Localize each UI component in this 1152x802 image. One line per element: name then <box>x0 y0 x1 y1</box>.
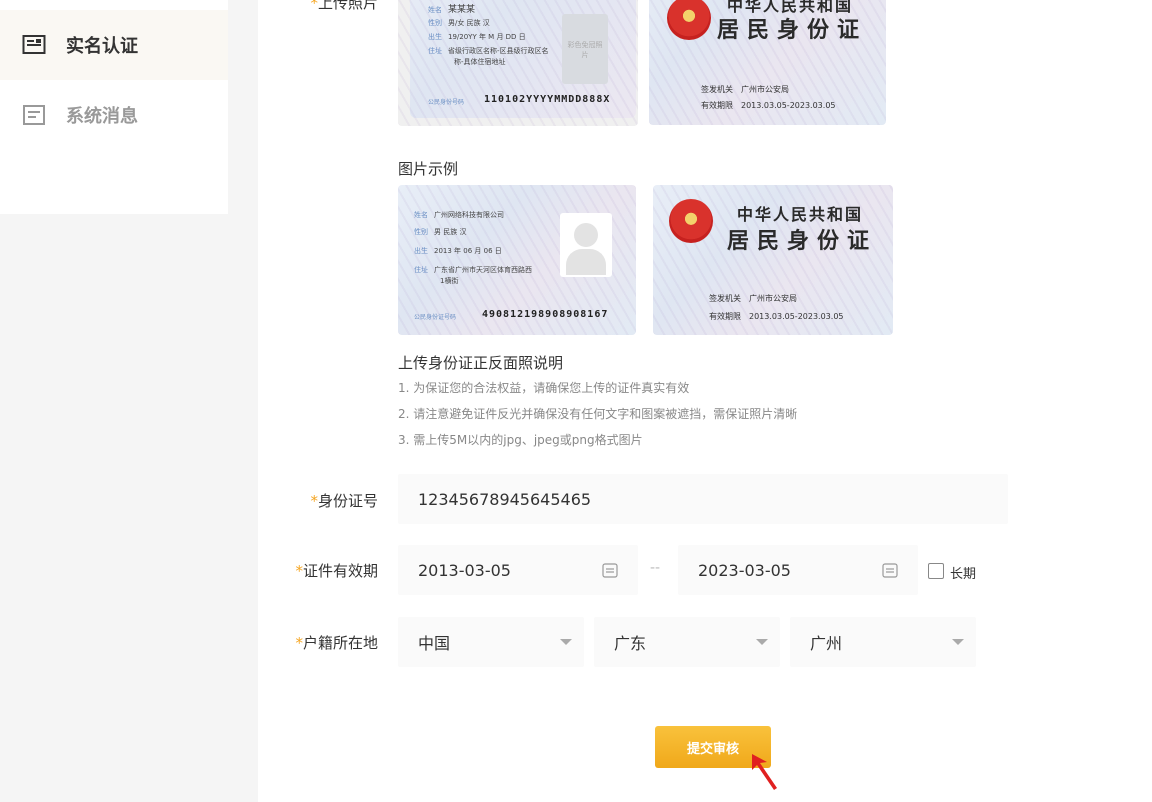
id-number-key: 公民身份号码 <box>428 99 465 106</box>
long-term-label: 长期 <box>950 567 977 582</box>
example-id-back-image: 中华人民共和国 居民身份证 签发机关 广州市公安局 有效期限 2013.03.05-… <box>653 185 893 335</box>
card-row-name: 姓名 广州网络科技有限公司 <box>414 211 504 219</box>
chevron-down-icon <box>560 639 572 645</box>
uploaded-id-back-image[interactable]: 中华人民共和国 居民身份证 签发机关 广州市公安局 有效期限 2013.03.05-… <box>649 0 886 125</box>
id-number-key: 公民身份证号码 <box>414 314 457 321</box>
instructions-title: 上传身份证正反面照说明 <box>398 354 564 372</box>
instruction-line: 1. 为保证您的合法权益，请确保您上传的证件真实有效 <box>398 381 690 395</box>
validity-label: *证件有效期 <box>295 562 378 580</box>
card-row-address-2: 称-具体住宿地址 <box>454 58 506 66</box>
card-row-address: 住址 广东省广州市天河区体育西路西 <box>414 266 532 274</box>
validity-end-date-input[interactable]: 2023-03-05 <box>678 545 918 595</box>
city-value: 广州 <box>810 634 843 653</box>
validity-end-value: 2023-03-05 <box>698 560 791 580</box>
instruction-line: 2. 请注意避免证件反光并确保没有任何文字和图案被遮挡，需保证照片清晰 <box>398 407 798 421</box>
card-row-name: 姓名 某某某 <box>428 5 476 15</box>
required-mark: * <box>310 0 318 12</box>
message-icon <box>23 105 45 125</box>
id-number: 110102YYYYMMDD888X <box>484 94 611 105</box>
chevron-down-icon <box>756 639 768 645</box>
sidebar-item-label: 系统消息 <box>66 106 138 127</box>
sidebar: 实名认证 系统消息 <box>0 0 228 214</box>
sidebar-item-real-name-auth[interactable]: 实名认证 <box>0 10 228 80</box>
instruction-line: 3. 需上传5M以内的jpg、jpeg或png格式图片 <box>398 433 643 447</box>
country-value: 中国 <box>418 634 451 653</box>
id-number-input[interactable]: 12345678945645465 <box>398 474 1008 524</box>
id-number-label: *身份证号 <box>310 492 378 510</box>
province-select[interactable]: 广东 <box>594 617 780 667</box>
chevron-down-icon <box>952 639 964 645</box>
country-select[interactable]: 中国 <box>398 617 584 667</box>
card-issuer-row: 签发机关 广州市公安局 <box>701 85 789 94</box>
red-arrow-pointer-icon <box>752 754 777 790</box>
province-value: 广东 <box>614 634 647 653</box>
example-title: 图片示例 <box>398 160 459 178</box>
id-card-icon <box>22 35 46 54</box>
uploaded-id-front-image[interactable]: 姓名 某某某 性别 男/女 民族 汉 出生 19/20YY 年 M 月 DD 日 住址… <box>398 0 638 126</box>
photo-placeholder <box>560 213 612 277</box>
card-row-gender: 性别男 民族 汉 <box>414 228 467 236</box>
card-valid-row: 有效期限 2013.03.05-2023.03.05 <box>701 101 836 110</box>
id-number: 490812198908908167 <box>482 309 609 320</box>
sidebar-item-label: 实名认证 <box>66 36 138 57</box>
example-id-front-image: 姓名 广州网络科技有限公司 性别男 民族 汉 出生 2013 年 06 月 06 日… <box>398 185 636 335</box>
calendar-icon[interactable] <box>882 562 898 578</box>
photo-placeholder-text: 彩色免冠照片 <box>567 41 603 59</box>
card-title-2: 居民身份证 <box>727 229 878 254</box>
card-title-2: 居民身份证 <box>717 18 868 43</box>
photo-placeholder: 彩色免冠照片 <box>562 14 608 84</box>
national-emblem-icon <box>667 0 711 40</box>
national-emblem-icon <box>669 199 713 243</box>
upload-photo-label: *上传照片 <box>302 0 378 13</box>
validity-start-date-input[interactable]: 2013-03-05 <box>398 545 638 595</box>
card-row-birth: 出生 19/20YY 年 M 月 DD 日 <box>428 33 526 41</box>
card-row-address: 住址 省级行政区名称-区县级行政区名 <box>428 47 549 55</box>
sidebar-item-system-messages[interactable]: 系统消息 <box>0 80 228 150</box>
card-row-address-2: 1横街 <box>440 277 459 285</box>
upload-photo-label-text: 上传照片 <box>317 0 378 12</box>
id-number-value: 12345678945645465 <box>418 489 592 509</box>
card-title-1: 中华人民共和国 <box>737 205 864 224</box>
card-valid-row: 有效期限 2013.03.05-2023.03.05 <box>709 312 844 321</box>
city-select[interactable]: 广州 <box>790 617 976 667</box>
card-row-gender: 性别 男/女 民族 汉 <box>428 19 490 27</box>
main-panel: *上传照片 姓名 某某某 性别 男/女 民族 汉 出生 19/20YY 年 M 月 D… <box>258 0 1152 802</box>
card-row-birth: 出生 2013 年 06 月 06 日 <box>414 247 502 255</box>
residence-label: *户籍所在地 <box>295 634 378 652</box>
date-range-separator: -- <box>650 560 661 576</box>
long-term-checkbox[interactable] <box>928 563 944 579</box>
validity-start-value: 2013-03-05 <box>418 560 511 580</box>
calendar-icon[interactable] <box>602 562 618 578</box>
card-issuer-row: 签发机关 广州市公安局 <box>709 294 797 303</box>
